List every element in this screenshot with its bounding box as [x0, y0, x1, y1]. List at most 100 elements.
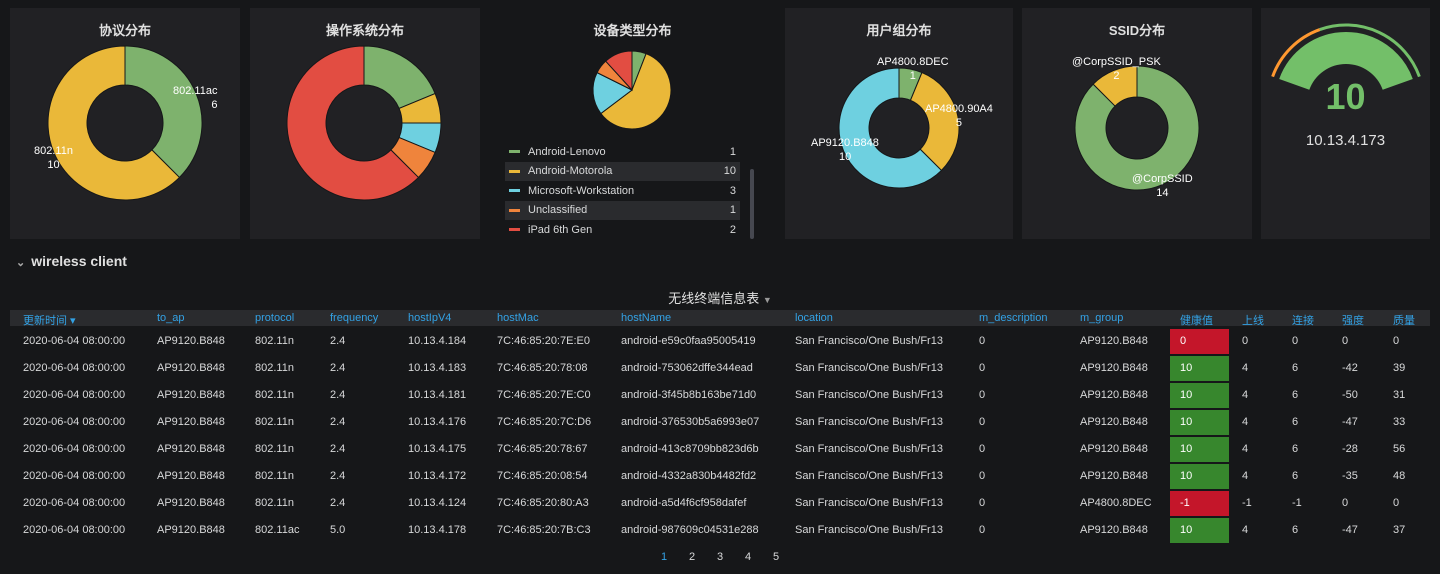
table-cell: 802.11n — [255, 389, 294, 401]
slice-label: 802.11n 10 — [34, 145, 73, 171]
table-cell: android-753062dffe344ead — [621, 362, 753, 374]
column-header[interactable]: location — [795, 312, 833, 324]
legend-label: Unclassified — [528, 204, 588, 217]
page-2-button[interactable]: 2 — [678, 551, 706, 563]
page-5-button[interactable]: 5 — [762, 551, 790, 563]
slice-label: AP4800.8DEC 1 — [877, 56, 949, 82]
table-row[interactable]: 2020-06-04 08:00:00 AP9120.B848 802.11n 2.4… — [10, 463, 1430, 490]
legend-item[interactable]: Android-Lenovo 1 — [505, 142, 740, 162]
table-row[interactable]: 2020-06-04 08:00:00 AP9120.B848 802.11n 2.4… — [10, 409, 1430, 436]
column-header[interactable]: 更新时间 ▾ — [23, 312, 76, 328]
legend-item[interactable]: Unclassified 1 — [505, 200, 740, 220]
column-header[interactable]: to_ap — [157, 312, 185, 324]
legend-value: 3 — [729, 184, 736, 197]
table-cell: 2.4 — [330, 497, 346, 509]
table-cell: 10.13.4.184 — [408, 335, 467, 347]
table-cell: 4 — [1242, 470, 1249, 482]
column-header[interactable]: 上线 — [1242, 312, 1264, 328]
table-header: 更新时间 ▾ to_ap protocol frequency hostIpV4 host… — [10, 310, 1430, 328]
table-cell: 7C:46:85:20:7C:D6 — [497, 416, 592, 428]
legend-value: 2 — [729, 223, 736, 236]
table-cell: San Francisco/One Bush/Fr13 — [795, 443, 943, 455]
panel-protocol: 协议分布 802.11ac 6 802.11n 10 — [10, 8, 240, 239]
column-header[interactable]: frequency — [330, 312, 378, 324]
legend-item[interactable]: iPad 6th Gen 2 — [505, 220, 740, 240]
table-cell: android-3f45b8b163be71d0 — [621, 389, 757, 401]
table-cell: 56 — [1393, 443, 1406, 455]
table-row[interactable]: 2020-06-04 08:00:00 AP9120.B848 802.11n 2.4… — [10, 436, 1430, 463]
slice-label: @CorpSSID 14 — [1132, 173, 1193, 199]
legend-item[interactable]: Microsoft-Workstation 3 — [505, 181, 740, 201]
table-row[interactable]: 2020-06-04 08:00:00 AP9120.B848 802.11n 2.4… — [10, 382, 1430, 409]
table-cell: AP9120.B848 — [1080, 362, 1148, 374]
panel-usergroup: 用户组分布 AP4800.8DEC 1 AP4800.90A4 5 AP9120.B… — [785, 8, 1013, 239]
legend-label: Microsoft-Workstation — [528, 184, 635, 197]
column-header[interactable]: 质量 — [1393, 312, 1415, 328]
legend-label: Android-Lenovo — [528, 145, 606, 158]
legend-scrollbar[interactable] — [750, 169, 754, 239]
legend-item[interactable]: Android-Motorola 10 — [505, 161, 740, 181]
legend-swatch — [509, 228, 520, 232]
ssid-donut — [1074, 65, 1200, 191]
table-cell: 2020-06-04 08:00:00 — [23, 443, 126, 455]
column-header[interactable]: m_description — [979, 312, 1047, 324]
table-row[interactable]: 2020-06-04 08:00:00 AP9120.B848 802.11n 2.4… — [10, 490, 1430, 517]
health-gauge — [1271, 23, 1421, 91]
table-cell: 10.13.4.172 — [408, 470, 467, 482]
page-3-button[interactable]: 3 — [706, 551, 734, 563]
table-cell: 6 — [1292, 524, 1299, 536]
column-header[interactable]: m_group — [1080, 312, 1123, 324]
table-cell: -42 — [1342, 362, 1358, 374]
table-cell: 7C:46:85:20:78:08 — [497, 362, 588, 374]
table-cell: AP9120.B848 — [1080, 416, 1148, 428]
table-cell: 7C:46:85:20:80:A3 — [497, 497, 589, 509]
column-header[interactable]: protocol — [255, 312, 294, 324]
legend-label: Android-Motorola — [528, 165, 613, 178]
table-row[interactable]: 2020-06-04 08:00:00 AP9120.B848 802.11n 2.4… — [10, 355, 1430, 382]
health-cell: 10 — [1170, 464, 1229, 489]
table-cell: San Francisco/One Bush/Fr13 — [795, 497, 943, 509]
table-cell: 802.11n — [255, 335, 294, 347]
panel-ssid: SSID分布 @CorpSSID_PSK 2 @CorpSSID 14 — [1022, 8, 1252, 239]
column-header[interactable]: hostMac — [497, 312, 539, 324]
column-header[interactable]: 连接 — [1292, 312, 1314, 328]
row-toggle-wireless-client[interactable]: ⌄ wireless client — [16, 253, 127, 269]
table-cell: 10.13.4.183 — [408, 362, 467, 374]
table-cell: android-a5d4f6cf958dafef — [621, 497, 747, 509]
table-cell: 6 — [1292, 443, 1299, 455]
table-cell: 2020-06-04 08:00:00 — [23, 389, 126, 401]
health-cell: 10 — [1170, 383, 1229, 408]
table-cell: 0 — [1242, 335, 1249, 347]
table-cell: AP9120.B848 — [1080, 524, 1148, 536]
table-cell: 10.13.4.175 — [408, 443, 467, 455]
table-title[interactable]: 无线终端信息表 ▼ — [0, 288, 1440, 307]
table-cell: 31 — [1393, 389, 1406, 401]
slice-label: AP4800.90A4 5 — [925, 103, 993, 129]
table-cell: -1 — [1242, 497, 1252, 509]
caret-down-icon: ▼ — [762, 295, 772, 305]
panel-os: 操作系统分布 — [250, 8, 480, 239]
table-cell: 4 — [1242, 443, 1249, 455]
health-cell: 10 — [1170, 518, 1229, 543]
column-header[interactable]: hostName — [621, 312, 671, 324]
table-cell: 10.13.4.181 — [408, 389, 467, 401]
column-header[interactable]: 强度 — [1342, 312, 1364, 328]
table-cell: San Francisco/One Bush/Fr13 — [795, 470, 943, 482]
os-donut — [286, 45, 442, 201]
table-cell: 802.11n — [255, 497, 294, 509]
table-cell: AP9120.B848 — [1080, 443, 1148, 455]
table-cell: android-4332a830b4482fd2 — [621, 470, 757, 482]
slice-label: 802.11ac 6 — [173, 85, 218, 111]
table-cell: AP9120.B848 — [1080, 389, 1148, 401]
column-header[interactable]: hostIpV4 — [408, 312, 451, 324]
table-cell: 2020-06-04 08:00:00 — [23, 470, 126, 482]
page-4-button[interactable]: 4 — [734, 551, 762, 563]
table-cell: -1 — [1292, 497, 1302, 509]
page-1-button[interactable]: 1 — [650, 551, 678, 563]
table-cell: AP4800.8DEC — [1080, 497, 1152, 509]
column-header[interactable]: 健康值 — [1180, 312, 1213, 328]
table-cell: San Francisco/One Bush/Fr13 — [795, 389, 943, 401]
table-cell: 6 — [1292, 362, 1299, 374]
table-row[interactable]: 2020-06-04 08:00:00 AP9120.B848 802.11n 2.4… — [10, 328, 1430, 355]
table-row[interactable]: 2020-06-04 08:00:00 AP9120.B848 802.11ac 5.… — [10, 517, 1430, 544]
